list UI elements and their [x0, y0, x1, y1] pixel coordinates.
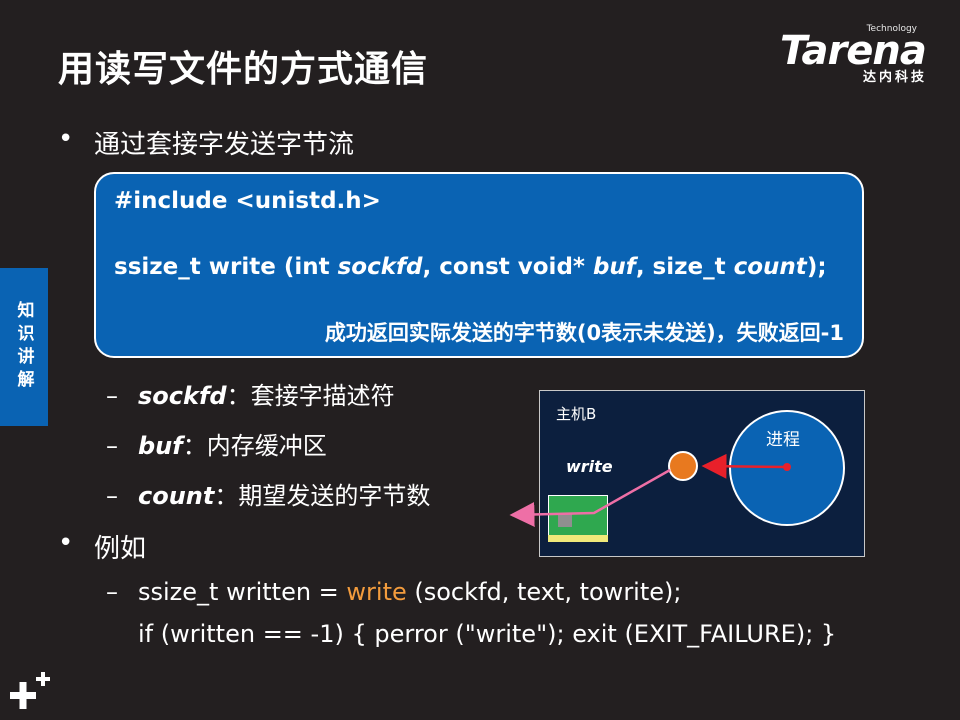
write-to-network-arrow — [509, 468, 671, 527]
dash: – — [106, 482, 118, 510]
dash: – — [106, 578, 118, 606]
host-diagram: 主机B 进程 write — [509, 390, 865, 557]
sig-prefix: ssize_t write (int — [114, 254, 338, 280]
sig-suffix: ); — [806, 254, 827, 280]
bullet-text: 通过套接字发送字节流 — [94, 130, 355, 160]
process-origin-dot — [783, 463, 791, 471]
param-desc: ：套接字描述符 — [226, 382, 395, 410]
example-keyword: write — [346, 578, 407, 606]
side-tab[interactable]: 知识讲解 — [0, 268, 48, 426]
sig-param-count: count — [733, 254, 807, 280]
dash: – — [106, 382, 118, 410]
plus-icon — [10, 672, 50, 709]
bullet-text: 例如 — [94, 534, 147, 564]
process-to-write-arrow — [701, 453, 788, 479]
code-signature-line: ssize_t write (int sockfd, const void* b… — [114, 254, 827, 280]
param-name: sockfd — [138, 382, 227, 410]
logo-sub-text: 达内科技 — [862, 70, 927, 85]
tarena-logo: Technology Tarena 达内科技 — [780, 24, 945, 85]
flow-arrows — [509, 453, 791, 527]
sig-mid2: , size_t — [635, 254, 734, 280]
dash: – — [106, 432, 118, 460]
bullet-dot: • — [58, 124, 74, 154]
param-name: count — [138, 482, 215, 510]
side-tab-label: 知识讲解 — [13, 301, 34, 393]
param-desc: ：期望发送的字节数 — [214, 482, 431, 510]
sig-param-sockfd: sockfd — [337, 254, 423, 280]
code-include-line: #include <unistd.h> — [114, 188, 381, 214]
example-line-1: – ssize_t written = write (sockfd, text, … — [106, 578, 681, 606]
param-item: – count：期望发送的字节数 — [106, 476, 430, 511]
page-title: 用读写文件的方式通信 — [58, 49, 429, 90]
param-item: – buf：内存缓冲区 — [106, 426, 327, 461]
param-desc: ：内存缓冲区 — [182, 432, 327, 460]
example-suffix: (sockfd, text, towrite); — [406, 578, 682, 606]
return-value-note: 成功返回实际发送的字节数(0表示未发送)，失败返回-1 — [324, 321, 844, 345]
sig-mid1: , const void* — [422, 254, 593, 280]
example-line-2: if (written == -1) { perror ("write"); e… — [138, 620, 837, 648]
bullet-dot: • — [58, 528, 74, 558]
example-prefix: ssize_t written = — [138, 578, 347, 606]
sig-param-buf: buf — [592, 254, 636, 280]
code-box: #include <unistd.h> ssize_t write (int s… — [94, 172, 864, 358]
param-name: buf — [138, 432, 183, 460]
param-item: – sockfd：套接字描述符 — [106, 376, 395, 411]
